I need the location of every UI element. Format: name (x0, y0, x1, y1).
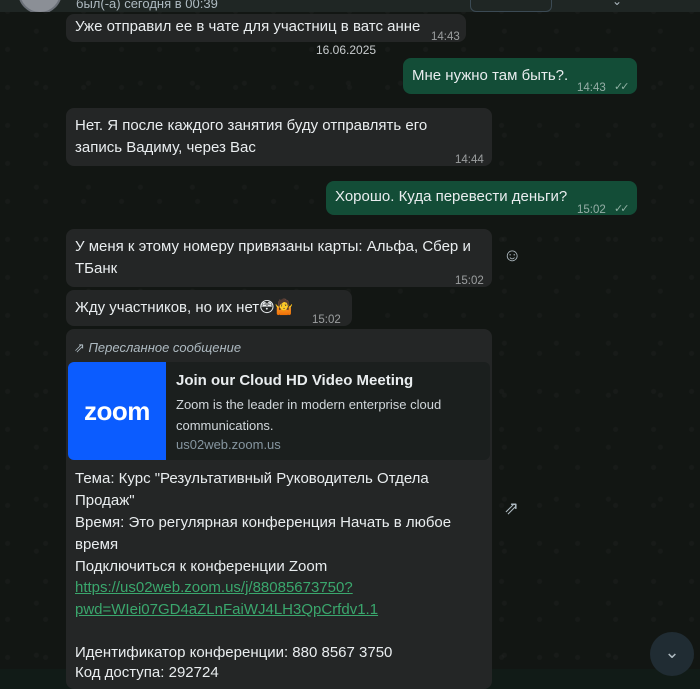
message-text: Время: Это регулярная конференция Начать… (75, 514, 452, 531)
message-text: ТБанк (75, 260, 118, 277)
forward-arrow-icon: ⇗ (74, 340, 89, 355)
message-time: 14:43 (577, 82, 606, 94)
message-time: 15:02 (577, 204, 606, 216)
zoom-join-link[interactable]: https://us02web.zoom.us/j/88085673750? (75, 577, 353, 599)
header-menu-icon[interactable]: ⌄ (612, 0, 626, 8)
message-time: 14:44 (455, 154, 484, 166)
link-preview[interactable]: zoom Join our Cloud HD Video Meeting Zoo… (68, 362, 490, 460)
message-incoming[interactable]: Нет. Я после каждого занятия буду отправ… (66, 108, 492, 166)
forward-icon[interactable]: ⇗ (504, 498, 519, 519)
double-check-icon: ✓✓ (614, 81, 630, 93)
message-text: У меня к этому номеру привязаны карты: А… (75, 238, 471, 255)
double-check-icon: ✓✓ (614, 203, 630, 215)
preview-description: Zoom is the leader in modern enterprise … (176, 397, 442, 433)
message-text: Тема: Курс "Результативный Руководитель … (75, 470, 429, 487)
zoom-join-link-cont[interactable]: pwd=WIei07GD4aZLnFaiWJ4LH3QpCrfdv1.1 (75, 599, 378, 621)
chat-header: был(-а) сегодня в 00:39 ⌄ (0, 0, 700, 12)
last-seen-status: был(-а) сегодня в 00:39 (76, 0, 218, 11)
message-text: Нет. Я после каждого занятия буду отправ… (75, 117, 428, 134)
date-separator: 16.06.2025 (316, 43, 377, 57)
message-text: Продаж" (75, 492, 135, 509)
avatar[interactable] (18, 0, 62, 12)
message-incoming[interactable]: У меня к этому номеру привязаны карты: А… (66, 229, 492, 287)
message-text: Хорошо. Куда перевести деньги? (335, 188, 568, 205)
preview-title: Join our Cloud HD Video Meeting (176, 372, 414, 389)
zoom-logo: zoom (68, 362, 166, 460)
message-text: Жду участников, но их нет😳🤷 (75, 299, 294, 316)
message-incoming[interactable]: Уже отправил ее в чате для участниц в ва… (66, 14, 466, 43)
message-outgoing[interactable]: Мне нужно там быть?. 14:43 ✓✓ (403, 58, 637, 94)
message-text: время (75, 536, 119, 553)
message-time: 14:43 (431, 31, 460, 43)
forwarded-label: ⇗ Пересланное сообщение (74, 340, 242, 355)
preview-host: us02web.zoom.us (176, 437, 281, 452)
message-time: 15:02 (455, 275, 484, 287)
chevron-down-icon[interactable]: ⌄ (650, 632, 694, 676)
message-text: запись Вадиму, через Вас (75, 139, 256, 156)
message-outgoing[interactable]: Хорошо. Куда перевести деньги? 15:02 ✓✓ (326, 181, 637, 216)
message-text: Уже отправил ее в чате для участниц в ва… (75, 18, 421, 35)
smile-icon[interactable]: ☺ (503, 245, 521, 266)
message-text: Мне нужно там быть?. (412, 67, 569, 84)
message-incoming[interactable]: Жду участников, но их нет😳🤷 15:02 (66, 290, 352, 326)
message-text: Подключиться к конференции Zoom (75, 558, 328, 575)
access-code: Код доступа: 292724 (75, 664, 219, 681)
header-button[interactable] (470, 0, 552, 12)
message-time: 15:02 (312, 314, 341, 326)
meeting-id: Идентификатор конференции: 880 8567 3750 (75, 644, 393, 661)
